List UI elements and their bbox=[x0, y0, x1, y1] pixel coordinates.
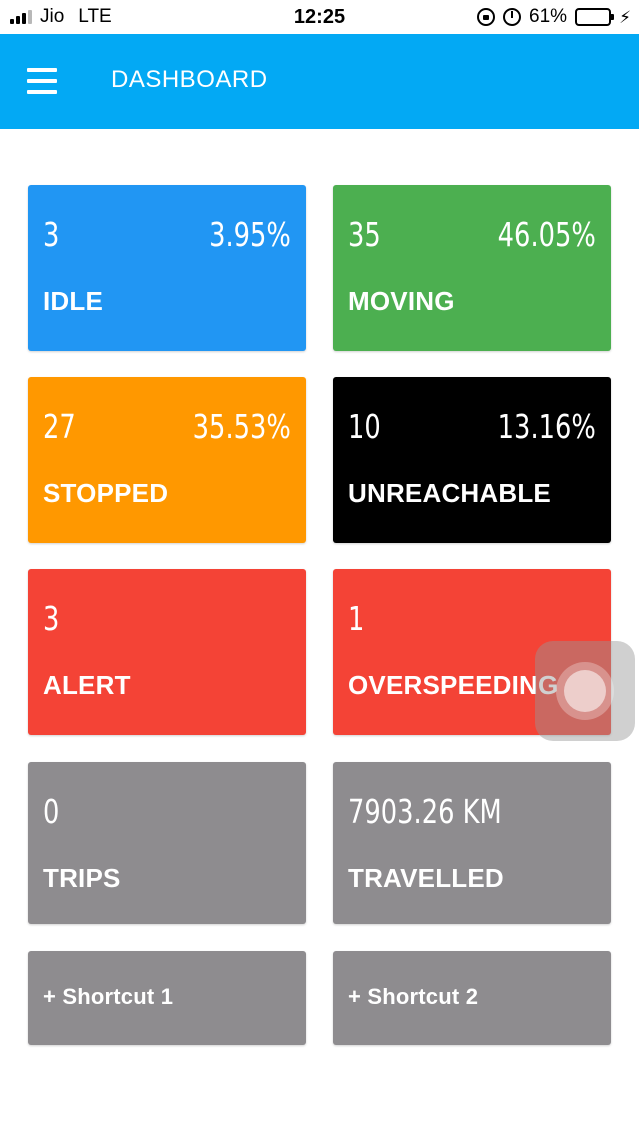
card-label: UNREACHABLE bbox=[348, 478, 551, 508]
card-percent: 46.05% bbox=[497, 215, 596, 254]
card-label: OVERSPEEDING bbox=[348, 670, 559, 700]
shortcut-1-button[interactable]: + Shortcut 1 bbox=[28, 951, 306, 1045]
card-count: 7903.26 KM bbox=[348, 792, 502, 831]
card-count: 35 bbox=[348, 215, 381, 254]
card-unreachable[interactable]: 10 13.16% UNREACHABLE bbox=[333, 377, 611, 543]
card-count: 3 bbox=[43, 599, 60, 638]
shortcut-2-button[interactable]: + Shortcut 2 bbox=[333, 951, 611, 1045]
dashboard-grid: 3 3.95% IDLE 35 46.05% MOVING 27 35.53% … bbox=[0, 0, 639, 1136]
card-alert[interactable]: 3 ALERT bbox=[28, 569, 306, 735]
card-count: 0 bbox=[43, 792, 60, 831]
card-percent: 35.53% bbox=[192, 407, 291, 446]
shortcut-label: + Shortcut 1 bbox=[43, 984, 174, 1009]
card-moving[interactable]: 35 46.05% MOVING bbox=[333, 185, 611, 351]
card-trips[interactable]: 0 TRIPS bbox=[28, 762, 306, 924]
card-percent: 3.95% bbox=[209, 215, 291, 254]
card-stopped[interactable]: 27 35.53% STOPPED bbox=[28, 377, 306, 543]
card-label: ALERT bbox=[43, 670, 131, 700]
card-count: 1 bbox=[348, 599, 365, 638]
card-label: IDLE bbox=[43, 286, 104, 316]
card-label: STOPPED bbox=[43, 478, 169, 508]
card-count: 27 bbox=[43, 407, 76, 446]
card-percent: 13.16% bbox=[497, 407, 596, 446]
card-count: 3 bbox=[43, 215, 60, 254]
card-travelled[interactable]: 7903.26 KM TRAVELLED bbox=[333, 762, 611, 924]
card-label: MOVING bbox=[348, 286, 455, 316]
card-label: TRAVELLED bbox=[348, 863, 504, 893]
shortcut-label: + Shortcut 2 bbox=[348, 984, 479, 1009]
card-count: 10 bbox=[348, 407, 381, 446]
card-idle[interactable]: 3 3.95% IDLE bbox=[28, 185, 306, 351]
assistive-touch-icon bbox=[564, 670, 606, 712]
card-label: TRIPS bbox=[43, 863, 121, 893]
assistive-touch-button[interactable] bbox=[535, 641, 635, 741]
